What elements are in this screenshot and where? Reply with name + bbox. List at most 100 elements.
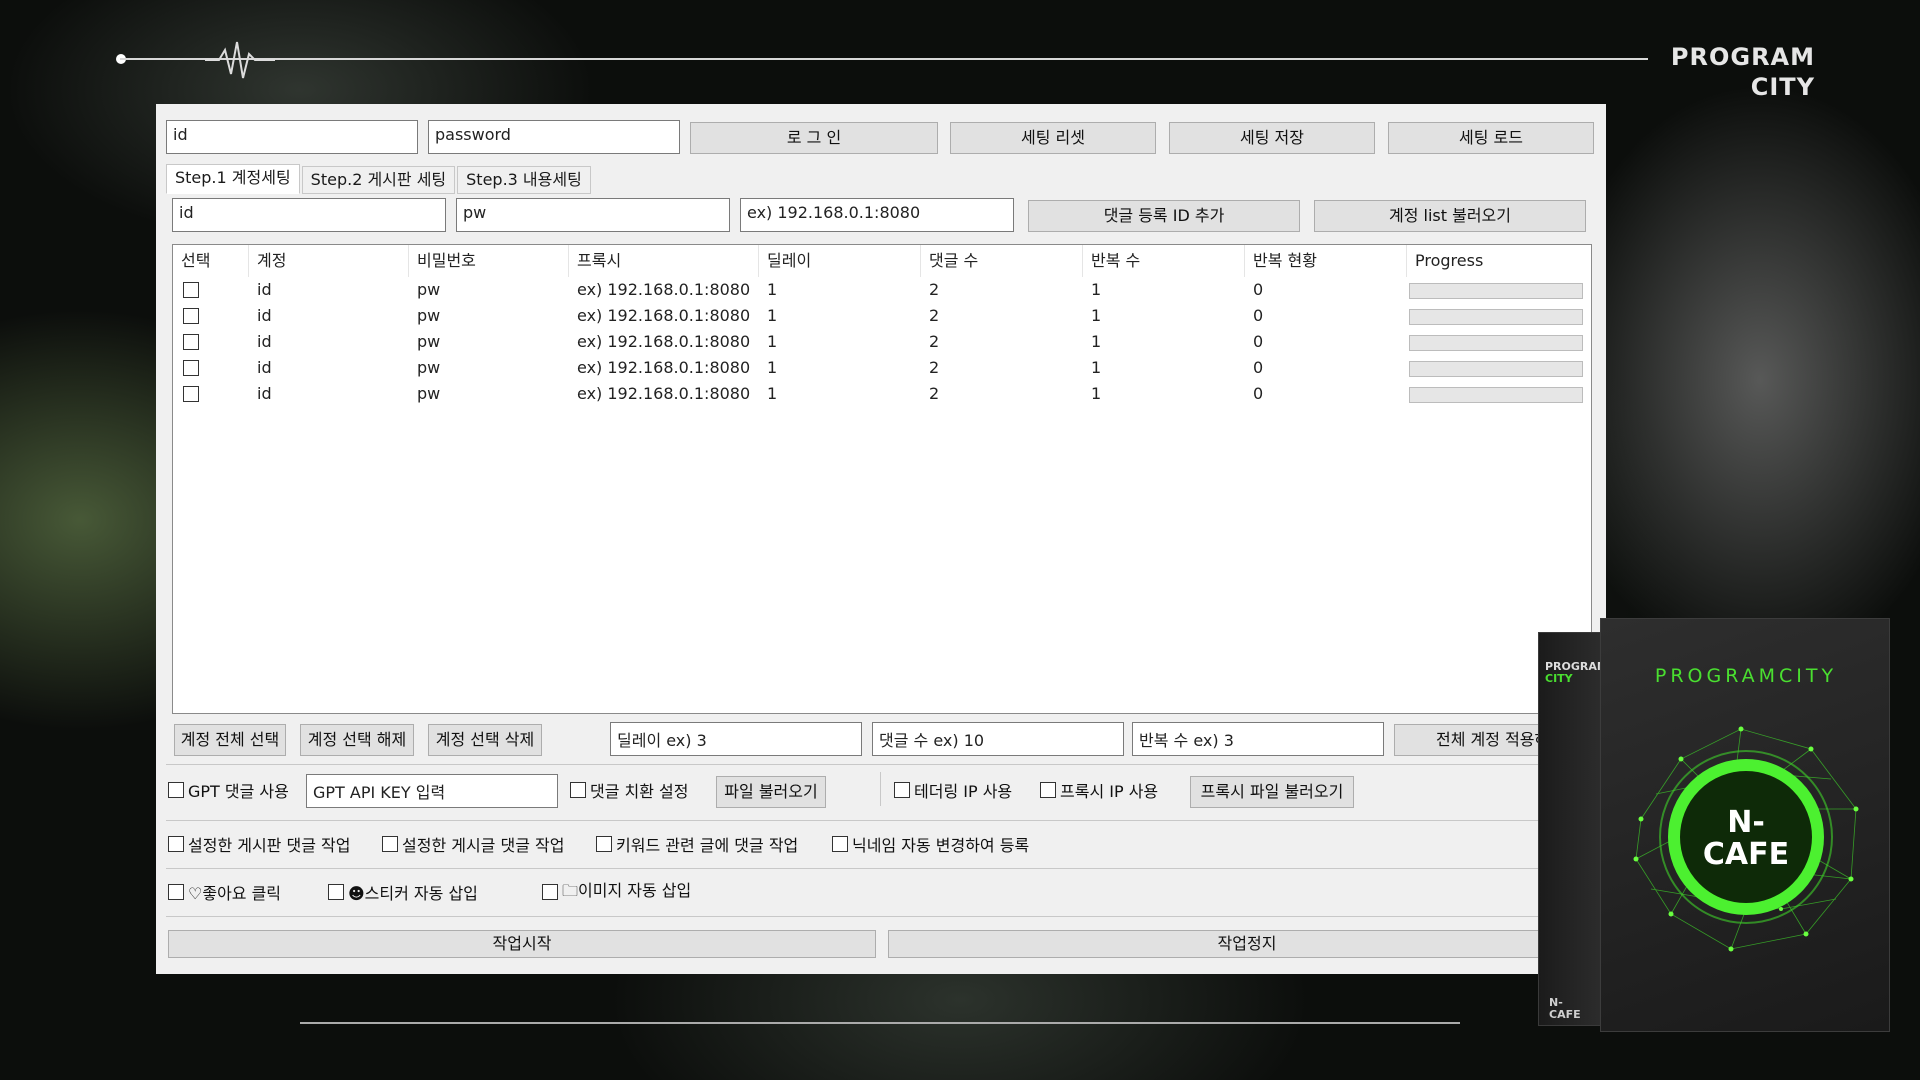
row-select-checkbox[interactable] (183, 308, 199, 324)
section-divider (166, 916, 1596, 917)
settings-reset-button[interactable]: 세팅 리셋 (950, 122, 1156, 154)
keyword-comment-checkbox[interactable]: 키워드 관련 글에 댓글 작업 (596, 832, 798, 856)
row-select-checkbox[interactable] (183, 386, 199, 402)
gpt-comment-label: GPT 댓글 사용 (188, 782, 289, 801)
brand-line-2: CITY (1750, 73, 1815, 101)
row-repeat-status: 0 (1253, 306, 1264, 325)
table-row[interactable]: id pw ex) 192.168.0.1:8080 1 2 1 0 (173, 303, 1591, 329)
table-row[interactable]: id pw ex) 192.168.0.1:8080 1 2 1 0 (173, 329, 1591, 355)
add-comment-id-button[interactable]: 댓글 등록 ID 추가 (1028, 200, 1300, 232)
col-header-delay[interactable]: 딜레이 (759, 245, 921, 277)
row-delay: 1 (767, 332, 778, 351)
board-comment-checkbox[interactable]: 설정한 게시판 댓글 작업 (168, 832, 350, 856)
deselect-accounts-button[interactable]: 계정 선택 해제 (300, 724, 414, 756)
tab-step3-content[interactable]: Step.3 내용세팅 (457, 166, 591, 194)
row-account: id (257, 306, 272, 325)
col-header-password[interactable]: 비밀번호 (409, 245, 569, 277)
gpt-api-key-input[interactable]: GPT API KEY 입력 (306, 774, 558, 808)
product-box-side-bottom-logo: N- CAFE (1549, 997, 1581, 1021)
app-window: id password 로 그 인 세팅 리셋 세팅 저장 세팅 로드 Step… (156, 104, 1606, 974)
col-header-progress[interactable]: Progress (1407, 245, 1591, 277)
row-password: pw (417, 306, 441, 325)
table-row[interactable]: id pw ex) 192.168.0.1:8080 1 2 1 0 (173, 355, 1591, 381)
account-id-input[interactable]: id (172, 198, 446, 232)
row-delay: 1 (767, 358, 778, 377)
col-header-account[interactable]: 계정 (249, 245, 409, 277)
row-delay: 1 (767, 306, 778, 325)
section-divider (166, 868, 1596, 869)
table-row[interactable]: id pw ex) 192.168.0.1:8080 1 2 1 0 (173, 277, 1591, 303)
row-repeat-status: 0 (1253, 384, 1264, 403)
col-header-repeat-status[interactable]: 반복 현황 (1245, 245, 1407, 277)
row-repeat: 1 (1091, 358, 1102, 377)
col-header-proxy[interactable]: 프록시 (569, 245, 759, 277)
load-file-button[interactable]: 파일 불러오기 (716, 776, 826, 808)
like-click-checkbox[interactable]: ♡좋아요 클릭 (168, 880, 281, 904)
row-select-checkbox[interactable] (183, 282, 199, 298)
sticker-insert-checkbox[interactable]: ☻스티커 자동 삽입 (328, 880, 478, 904)
step-tabs: Step.1 계정세팅 Step.2 게시판 세팅 Step.3 내용세팅 (166, 164, 593, 194)
login-button[interactable]: 로 그 인 (690, 122, 938, 154)
stop-job-button[interactable]: 작업정지 (888, 930, 1606, 958)
logo-line-2: CAFE (1702, 837, 1790, 872)
load-account-list-button[interactable]: 계정 list 불러오기 (1314, 200, 1586, 232)
col-header-repeat[interactable]: 반복 수 (1083, 245, 1245, 277)
gpt-comment-checkbox[interactable]: GPT 댓글 사용 (168, 778, 289, 802)
col-header-comments[interactable]: 댓글 수 (921, 245, 1083, 277)
checkbox-box[interactable] (168, 782, 184, 798)
comment-count-input[interactable]: 댓글 수 ex) 10 (872, 722, 1124, 756)
checkbox-box[interactable] (832, 836, 848, 852)
row-comments: 2 (929, 358, 940, 377)
account-proxy-input[interactable]: ex) 192.168.0.1:8080 (740, 198, 1014, 232)
row-select-checkbox[interactable] (183, 360, 199, 376)
row-proxy: ex) 192.168.0.1:8080 (577, 358, 751, 377)
image-insert-checkbox[interactable]: 🗀이미지 자동 삽입 (542, 880, 691, 904)
row-comments: 2 (929, 280, 940, 299)
account-pw-input[interactable]: pw (456, 198, 730, 232)
delay-input[interactable]: 딜레이 ex) 3 (610, 722, 862, 756)
settings-load-button[interactable]: 세팅 로드 (1388, 122, 1594, 154)
comment-replace-label: 댓글 치환 설정 (590, 782, 689, 801)
account-list[interactable]: 선택 계정 비밀번호 프록시 딜레이 댓글 수 반복 수 반복 현황 Progr… (172, 244, 1592, 714)
product-box-side-logo: PROGRAM CITY (1545, 661, 1608, 685)
checkbox-box[interactable] (542, 884, 558, 900)
side-logo-line-2: CITY (1545, 672, 1573, 685)
checkbox-box[interactable] (1040, 782, 1056, 798)
checkbox-box[interactable] (382, 836, 398, 852)
nickname-auto-checkbox[interactable]: 닉네임 자동 변경하여 등록 (832, 832, 1029, 856)
post-comment-checkbox[interactable]: 설정한 게시글 댓글 작업 (382, 832, 564, 856)
checkbox-box[interactable] (570, 782, 586, 798)
select-all-accounts-button[interactable]: 계정 전체 선택 (174, 724, 286, 756)
comment-replace-checkbox[interactable]: 댓글 치환 설정 (570, 778, 689, 802)
brand-logo: PROGRAM CITY (1671, 42, 1815, 102)
checkbox-box[interactable] (596, 836, 612, 852)
checkbox-box[interactable] (328, 884, 344, 900)
login-password-input[interactable]: password (428, 120, 680, 154)
proxy-ip-checkbox[interactable]: 프록시 IP 사용 (1040, 778, 1158, 802)
row-account: id (257, 280, 272, 299)
row-proxy: ex) 192.168.0.1:8080 (577, 280, 751, 299)
start-job-button[interactable]: 작업시작 (168, 930, 876, 958)
load-proxy-file-button[interactable]: 프록시 파일 불러오기 (1190, 776, 1354, 808)
product-box-side: PROGRAM CITY N- CAFE (1538, 632, 1608, 1026)
login-id-input[interactable]: id (166, 120, 418, 154)
tab-step2-board[interactable]: Step.2 게시판 세팅 (301, 166, 456, 194)
row-proxy: ex) 192.168.0.1:8080 (577, 384, 751, 403)
checkbox-box[interactable] (168, 836, 184, 852)
delete-selected-accounts-button[interactable]: 계정 선택 삭제 (428, 724, 542, 756)
checkbox-box[interactable] (168, 884, 184, 900)
tethering-ip-checkbox[interactable]: 테더링 IP 사용 (894, 778, 1012, 802)
row-repeat: 1 (1091, 384, 1102, 403)
row-select-checkbox[interactable] (183, 334, 199, 350)
nickname-auto-label: 닉네임 자동 변경하여 등록 (852, 836, 1030, 855)
post-comment-label: 설정한 게시글 댓글 작업 (402, 836, 565, 855)
row-progress-bar (1409, 309, 1583, 325)
tab-step1-account[interactable]: Step.1 계정세팅 (166, 164, 300, 194)
side-bottom-line-2: CAFE (1549, 1008, 1581, 1021)
checkbox-box[interactable] (894, 782, 910, 798)
repeat-count-input[interactable]: 반복 수 ex) 3 (1132, 722, 1384, 756)
settings-save-button[interactable]: 세팅 저장 (1169, 122, 1375, 154)
table-row[interactable]: id pw ex) 192.168.0.1:8080 1 2 1 0 (173, 381, 1591, 407)
product-box-front: PROGRAMCITY N- CAFE (1600, 618, 1890, 1032)
col-header-select[interactable]: 선택 (173, 245, 249, 277)
